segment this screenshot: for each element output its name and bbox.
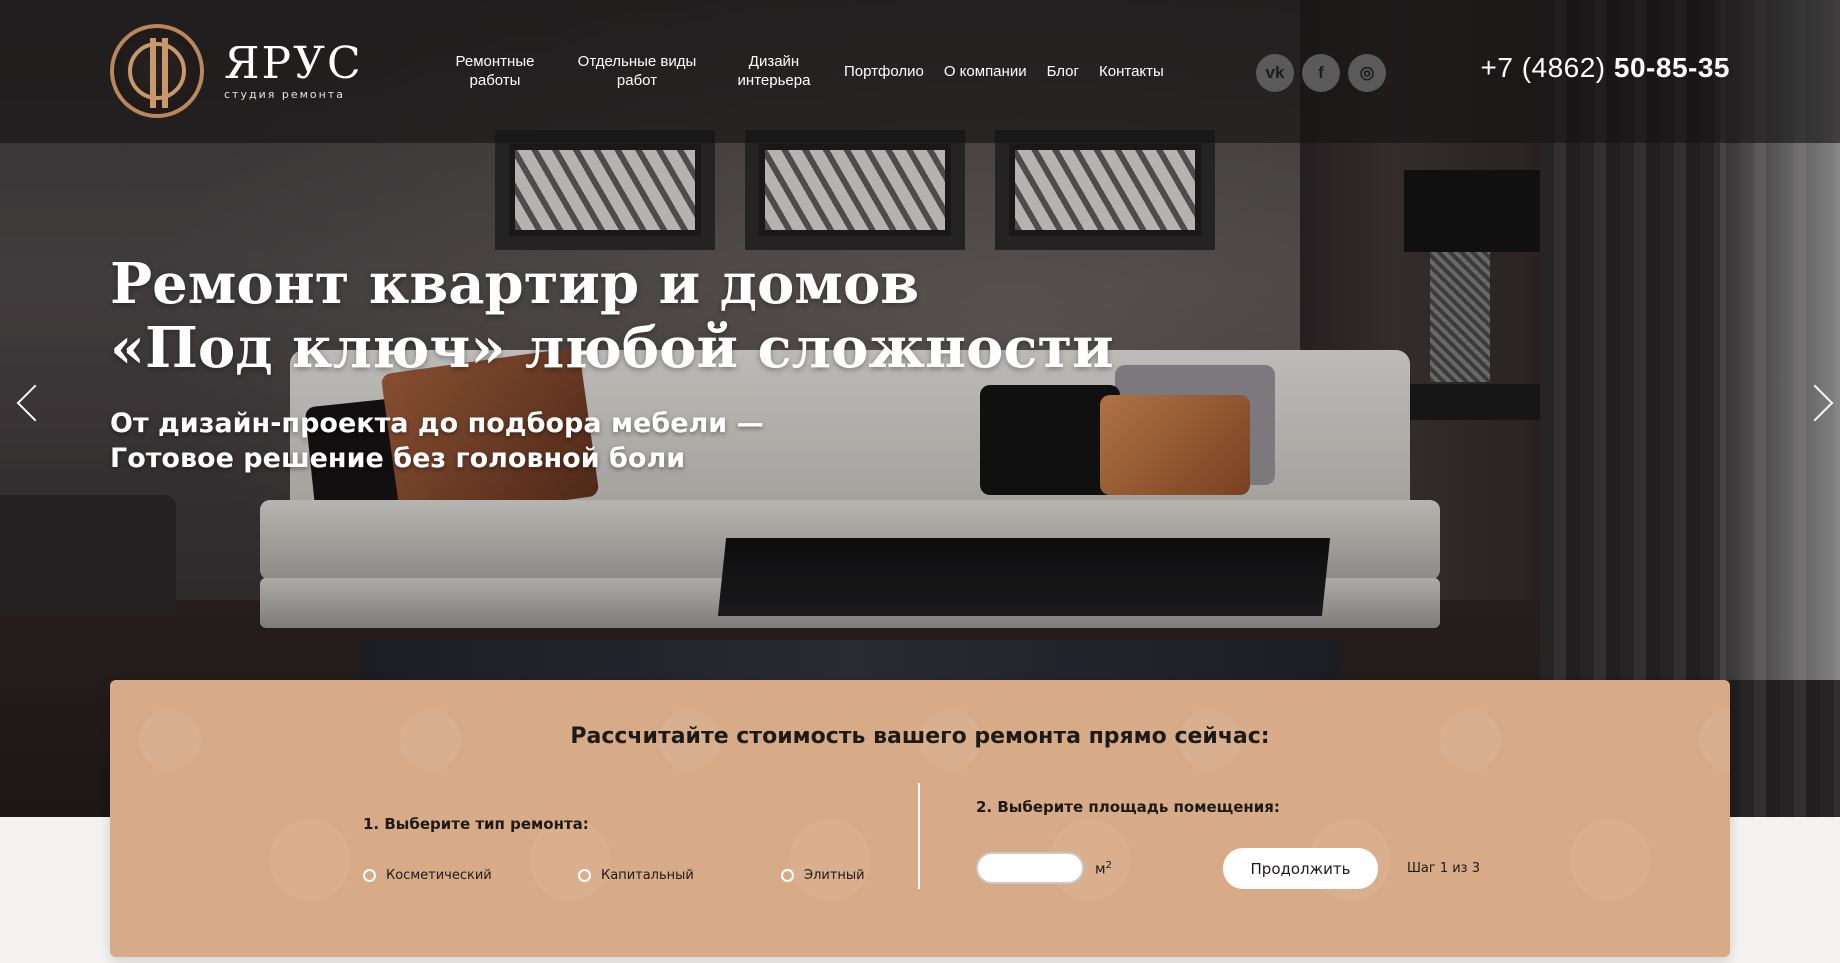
site-header: ЯРУС студия ремонта Ремонтные работы Отде… [0,0,1840,143]
radio-circle-icon[interactable] [363,869,376,882]
hero-title: Ремонт квартир и домов «Под ключ» любой … [110,252,1114,380]
nav-item-portfolio[interactable]: Портфолио [844,62,924,81]
nav-item-separate-works[interactable]: Отдельные виды работ [570,52,704,90]
nav-item-blog[interactable]: Блог [1047,62,1079,81]
radio-label: Капитальный [601,868,694,883]
logo-emblem-icon [110,24,204,118]
radio-circle-icon[interactable] [578,869,591,882]
repair-type-elite-radio[interactable]: Элитный [781,868,865,883]
vk-icon[interactable]: vk [1256,54,1294,92]
hero-title-line: «Под ключ» любой сложности [110,315,1114,381]
step1-label: 1. Выберите тип ремонта: [363,815,589,833]
main-nav: Ремонтные работы Отдельные виды работ Диза… [440,52,1184,90]
radio-label: Косметический [386,868,492,883]
phone-number[interactable]: +7 (4862) 50-85-35 [1480,52,1730,84]
nav-item-about[interactable]: О компании [944,62,1027,81]
phone-main: 50-85-35 [1613,52,1730,83]
instagram-icon[interactable]: ◎ [1348,54,1386,92]
radio-label: Элитный [804,868,865,883]
repair-type-cosmetic-radio[interactable]: Косметический [363,868,492,883]
hero-subtitle: От дизайн-проекта до подбора мебели — Го… [110,406,764,476]
repair-type-capital-radio[interactable]: Капитальный [578,868,694,883]
phone-prefix: +7 (4862) [1480,52,1614,83]
area-unit: м2 [1095,860,1112,878]
step-counter: Шаг 1 из 3 [1407,861,1480,876]
continue-button[interactable]: Продолжить [1223,848,1378,889]
hero-subtitle-line: От дизайн-проекта до подбора мебели — [110,408,764,439]
logo[interactable]: ЯРУС студия ремонта [110,24,363,118]
brand-name: ЯРУС [224,37,363,89]
calculator-title: Рассчитайте стоимость вашего ремонта пря… [570,724,1270,749]
step2-label: 2. Выберите площадь помещения: [976,798,1280,816]
hero-subtitle-line: Готовое решение без головной боли [110,443,686,474]
nav-item-repair-works[interactable]: Ремонтные работы [440,52,550,90]
hero-title-line: Ремонт квартир и домов [110,251,920,317]
cost-calculator: Рассчитайте стоимость вашего ремонта пря… [110,680,1730,957]
radio-circle-icon[interactable] [781,869,794,882]
brand-tagline: студия ремонта [224,87,345,101]
facebook-icon[interactable]: f [1302,54,1340,92]
logo-text: ЯРУС студия ремонта [224,37,363,101]
social-links: vk f ◎ [1256,54,1394,92]
nav-item-contacts[interactable]: Контакты [1099,62,1164,81]
area-input[interactable] [976,852,1084,884]
nav-item-interior-design[interactable]: Дизайн интерьера [724,52,824,90]
calculator-divider [918,783,920,889]
